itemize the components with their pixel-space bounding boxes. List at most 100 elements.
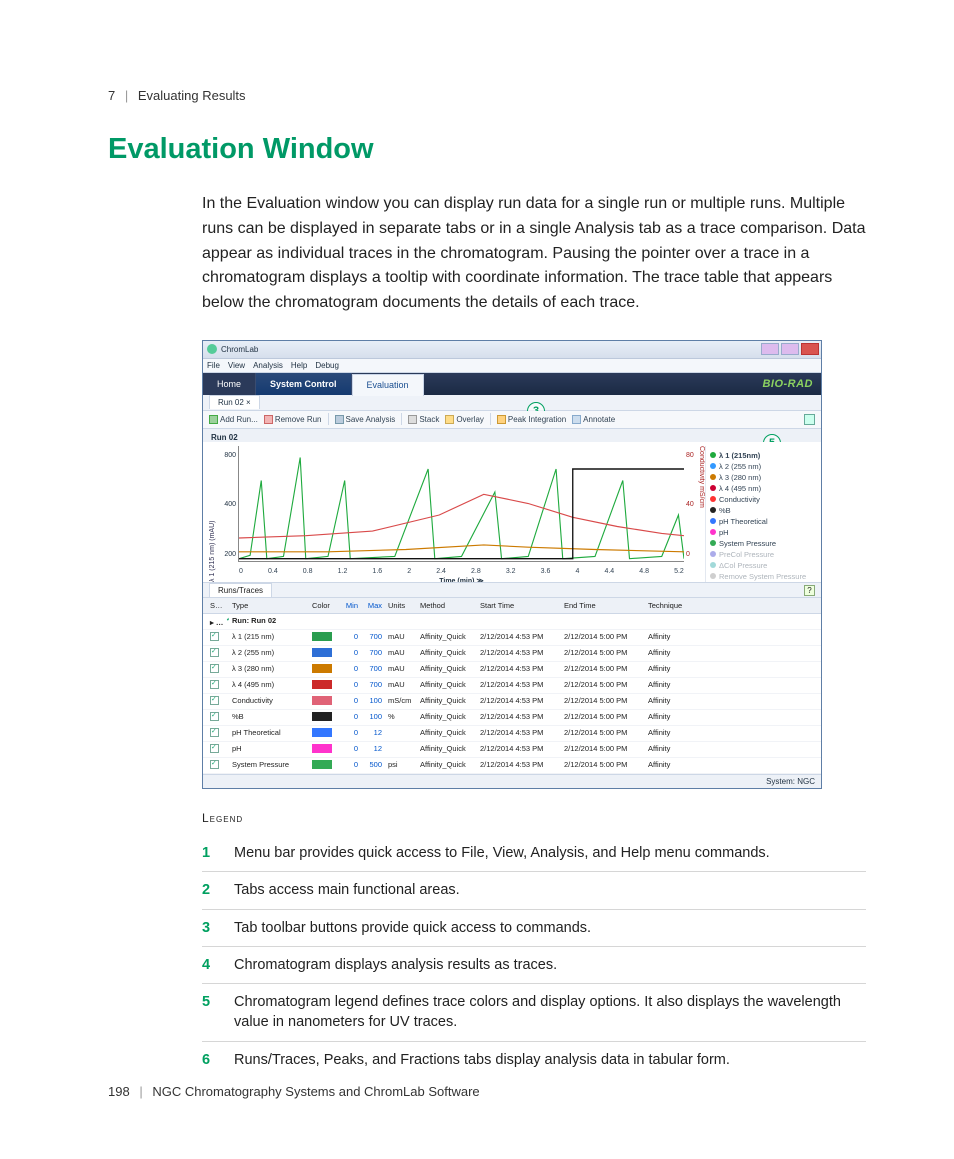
legend-dot-icon xyxy=(710,474,716,480)
peak-icon xyxy=(497,415,506,424)
legend-item[interactable]: Conductivity xyxy=(710,494,811,505)
nav-system-control[interactable]: System Control xyxy=(256,373,352,395)
table-row[interactable]: %B0100%Affinity_Quick2/12/2014 4:53 PM2/… xyxy=(203,710,821,726)
legend-number: 4 xyxy=(202,955,216,975)
chromatogram: λ 1 (215 nm) (mAU) 800 400 200 xyxy=(203,442,821,582)
maximize-button[interactable] xyxy=(781,343,799,355)
y-axis-right-label: Conductivity mS/cm xyxy=(698,446,705,582)
legend-item[interactable]: Remove System Pressure xyxy=(710,571,811,582)
legend-item[interactable]: λ 2 (255 nm) xyxy=(710,461,811,472)
show-checkbox[interactable] xyxy=(210,648,219,657)
show-checkbox[interactable] xyxy=(210,632,219,641)
add-run-button[interactable]: Add Run... xyxy=(209,415,258,424)
legend-text: Tab toolbar buttons provide quick access… xyxy=(234,918,866,938)
table-row[interactable]: λ 2 (255 nm)0700mAUAffinity_Quick2/12/20… xyxy=(203,646,821,662)
annotate-button[interactable]: Annotate xyxy=(572,415,615,424)
window-title: ChromLab xyxy=(221,345,258,354)
breadcrumb: 7 | Evaluating Results xyxy=(108,88,866,103)
brand-logo: BIO-RAD xyxy=(762,373,813,395)
table-row[interactable]: λ 3 (280 nm)0700mAUAffinity_Quick2/12/20… xyxy=(203,662,821,678)
chromatogram-plot[interactable]: 00.4 0.81.2 1.62 2.42.8 3.23.6 44.4 4.85… xyxy=(238,446,684,562)
menu-debug[interactable]: Debug xyxy=(315,361,339,370)
legend-dot-icon xyxy=(710,573,716,579)
y-axis-left-label: λ 1 (215 nm) (mAU) xyxy=(209,446,216,582)
overlay-icon xyxy=(445,415,454,424)
legend-item[interactable]: System Pressure xyxy=(710,538,811,549)
toolbar: Add Run... Remove Run Save Analysis Stac… xyxy=(203,411,821,429)
evaluation-window-screenshot: 1 2 3 4 5 6 ChromLab File View Analysis … xyxy=(202,340,822,789)
legend-dot-icon xyxy=(710,518,716,524)
legend-row: 2Tabs access main functional areas. xyxy=(202,872,866,909)
nav-home[interactable]: Home xyxy=(203,373,256,395)
disk-icon xyxy=(335,415,344,424)
color-swatch[interactable] xyxy=(312,680,332,689)
show-checkbox[interactable] xyxy=(210,744,219,753)
legend-item[interactable]: PreCol Pressure xyxy=(710,549,811,560)
color-swatch[interactable] xyxy=(312,760,332,769)
legend-item[interactable]: ΔCol Pressure xyxy=(710,560,811,571)
legend-text: Runs/Traces, Peaks, and Fractions tabs d… xyxy=(234,1050,866,1070)
annotate-icon xyxy=(572,415,581,424)
table-row[interactable]: pH Theoretical012Affinity_Quick2/12/2014… xyxy=(203,726,821,742)
stack-button[interactable]: Stack xyxy=(408,415,439,424)
legend-row: 1Menu bar provides quick access to File,… xyxy=(202,835,866,872)
x-axis-ticks: 00.4 0.81.2 1.62 2.42.8 3.23.6 44.4 4.85… xyxy=(239,568,684,575)
legend-dot-icon xyxy=(710,507,716,513)
table-row[interactable]: λ 4 (495 nm)0700mAUAffinity_Quick2/12/20… xyxy=(203,678,821,694)
remove-run-button[interactable]: Remove Run xyxy=(264,415,322,424)
table-row[interactable]: pH012Affinity_Quick2/12/2014 4:53 PM2/12… xyxy=(203,742,821,758)
legend-dot-icon xyxy=(710,529,716,535)
overlay-button[interactable]: Overlay xyxy=(445,415,484,424)
legend-item[interactable]: pH xyxy=(710,527,811,538)
legend-dot-icon xyxy=(710,496,716,502)
minimize-button[interactable] xyxy=(761,343,779,355)
show-checkbox[interactable] xyxy=(210,696,219,705)
color-swatch[interactable] xyxy=(312,712,332,721)
color-swatch[interactable] xyxy=(312,744,332,753)
legend-number: 3 xyxy=(202,918,216,938)
show-checkbox[interactable] xyxy=(210,760,219,769)
menu-file[interactable]: File xyxy=(207,361,220,370)
table-row[interactable]: λ 1 (215 nm)0700mAUAffinity_Quick2/12/20… xyxy=(203,630,821,646)
save-analysis-button[interactable]: Save Analysis xyxy=(335,415,396,424)
show-checkbox[interactable] xyxy=(210,728,219,737)
nav-evaluation[interactable]: Evaluation xyxy=(352,374,424,396)
color-swatch[interactable] xyxy=(312,664,332,673)
table-row[interactable]: System Pressure0500psiAffinity_Quick2/12… xyxy=(203,758,821,774)
y-axis-left-ticks: 800 400 200 xyxy=(216,446,238,582)
menu-help[interactable]: Help xyxy=(291,361,307,370)
plus-icon xyxy=(209,415,218,424)
legend-item[interactable]: λ 3 (280 nm) xyxy=(710,472,811,483)
help-icon[interactable]: ? xyxy=(804,585,815,596)
status-bar: System: NGC xyxy=(203,774,821,788)
legend-dot-icon xyxy=(710,562,716,568)
legend-number: 1 xyxy=(202,843,216,863)
traces-tab[interactable]: Runs/Traces xyxy=(209,583,272,597)
show-checkbox[interactable] xyxy=(210,664,219,673)
chromatogram-legend: λ 1 (215nm) λ 2 (255 nm)λ 3 (280 nm)λ 4 … xyxy=(705,446,815,582)
menu-analysis[interactable]: Analysis xyxy=(253,361,283,370)
footer-title: NGC Chromatography Systems and ChromLab … xyxy=(152,1084,479,1099)
legend-list: 1Menu bar provides quick access to File,… xyxy=(202,835,866,1078)
chapter-title: Evaluating Results xyxy=(138,88,246,103)
legend-item[interactable]: %B xyxy=(710,505,811,516)
color-swatch[interactable] xyxy=(312,728,332,737)
peak-integration-button[interactable]: Peak Integration xyxy=(497,415,566,424)
color-swatch[interactable] xyxy=(312,648,332,657)
table-row[interactable]: Conductivity0100mS/cmAffinity_Quick2/12/… xyxy=(203,694,821,710)
show-checkbox[interactable] xyxy=(210,712,219,721)
close-button[interactable] xyxy=(801,343,819,355)
menu-bar: File View Analysis Help Debug xyxy=(203,359,821,373)
menu-view[interactable]: View xyxy=(228,361,245,370)
legend-item[interactable]: λ 4 (495 nm) xyxy=(710,483,811,494)
color-swatch[interactable] xyxy=(312,632,332,641)
show-checkbox[interactable] xyxy=(210,680,219,689)
legend-item[interactable]: pH Theoretical xyxy=(710,516,811,527)
page-number: 198 xyxy=(108,1084,130,1099)
legend-dot-icon xyxy=(710,485,716,491)
run-tab[interactable]: Run 02 × xyxy=(209,395,260,409)
legend-text: Chromatogram legend defines trace colors… xyxy=(234,992,866,1033)
legend-text: Chromatogram displays analysis results a… xyxy=(234,955,866,975)
color-swatch[interactable] xyxy=(312,696,332,705)
save-icon[interactable] xyxy=(804,414,815,425)
